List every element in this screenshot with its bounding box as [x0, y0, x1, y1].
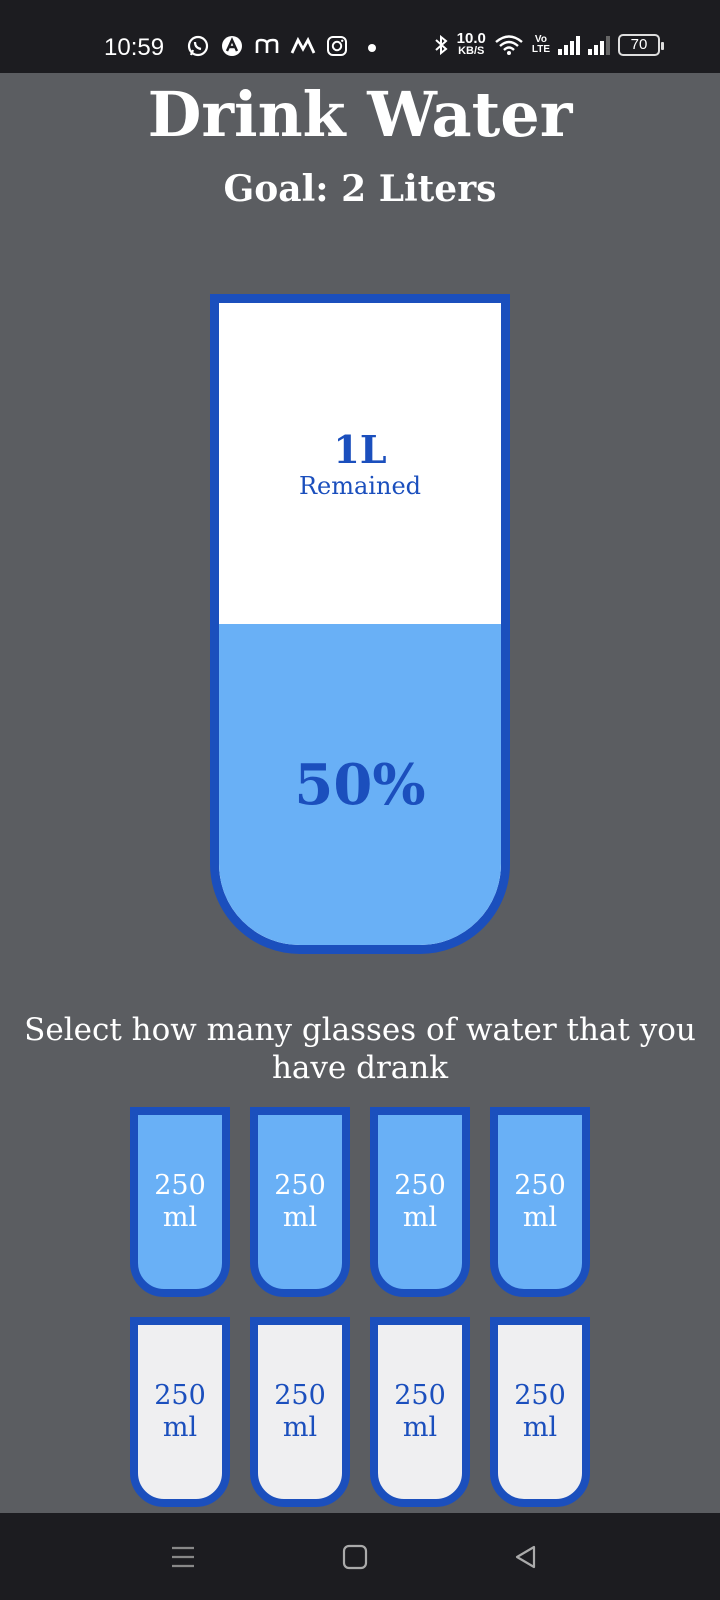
glass-amount: 250 — [274, 1170, 326, 1201]
menu-icon — [172, 1546, 194, 1568]
status-bar: 10:59 10.0 KB/S Vo LTE 70 — [0, 0, 720, 73]
glass-button[interactable]: 250 ml — [250, 1317, 350, 1507]
network-speed: 10.0 KB/S — [456, 30, 486, 57]
remained-label: Remained — [298, 472, 422, 500]
bluetooth-icon — [434, 34, 448, 56]
instruction-text: Select how many glasses of water that yo… — [24, 1012, 696, 1086]
remained-section: 1L Remained — [219, 303, 501, 624]
glass-amount: 250 — [394, 1170, 446, 1201]
network-speed-unit: KB/S — [458, 45, 485, 57]
volte-indicator: Vo LTE — [532, 35, 550, 55]
glass-unit: ml — [522, 1202, 558, 1233]
m-app-icon — [290, 36, 316, 54]
glass-button[interactable]: 250 ml — [130, 1107, 230, 1297]
glass-unit: ml — [162, 1202, 198, 1233]
back-button[interactable] — [504, 1535, 548, 1579]
a-app-icon — [222, 36, 242, 56]
glass-amount: 250 — [274, 1380, 326, 1411]
status-time: 10:59 — [104, 34, 165, 61]
remained-amount: 1L — [333, 427, 387, 472]
glass-unit: ml — [162, 1412, 198, 1443]
glasses-grid: 250 ml 250 ml 250 ml 250 ml 250 ml 250 ml 250 m… — [130, 1107, 590, 1507]
glass-button[interactable]: 250 ml — [490, 1107, 590, 1297]
recent-apps-button[interactable] — [161, 1535, 205, 1579]
glass-unit: ml — [402, 1202, 438, 1233]
signal-icon — [588, 35, 610, 55]
system-icons: 10.0 KB/S Vo LTE 70 — [433, 30, 664, 57]
glass-amount: 250 — [394, 1380, 446, 1411]
m-app-icon — [255, 38, 279, 53]
network-speed-value: 10.0 — [456, 30, 486, 47]
glass-unit: ml — [282, 1202, 318, 1233]
glass-amount: 250 — [154, 1380, 206, 1411]
home-button[interactable] — [333, 1535, 377, 1579]
glass-button[interactable]: 250 ml — [370, 1107, 470, 1297]
glass-amount: 250 — [154, 1170, 206, 1201]
glass-amount: 250 — [514, 1380, 566, 1411]
glass-unit: ml — [522, 1412, 558, 1443]
whatsapp-icon — [187, 35, 209, 57]
battery-icon: 70 — [618, 34, 664, 56]
instagram-icon — [327, 36, 347, 56]
glass-button[interactable]: 250 ml — [130, 1317, 230, 1507]
glass-button[interactable]: 250 ml — [250, 1107, 350, 1297]
volte-bottom: LTE — [531, 44, 550, 55]
glass-button[interactable]: 250 ml — [490, 1317, 590, 1507]
percentage-label: 50% — [294, 751, 426, 818]
water-fill: 50% — [219, 624, 501, 945]
dot-icon — [368, 44, 376, 52]
glass-unit: ml — [282, 1412, 318, 1443]
page-title: Drink Water — [147, 78, 573, 151]
signal-icon — [558, 35, 580, 55]
glass-button[interactable]: 250 ml — [370, 1317, 470, 1507]
water-cup: 1L Remained 50% — [210, 294, 510, 954]
wifi-icon — [495, 35, 523, 55]
glass-unit: ml — [402, 1412, 438, 1443]
navigation-bar — [0, 1513, 720, 1600]
goal-text: Goal: 2 Liters — [223, 168, 497, 210]
glass-amount: 250 — [514, 1170, 566, 1201]
battery-level: 70 — [630, 36, 648, 53]
home-square-icon — [342, 1544, 368, 1570]
back-triangle-icon — [515, 1545, 536, 1569]
notification-icons — [186, 34, 378, 58]
